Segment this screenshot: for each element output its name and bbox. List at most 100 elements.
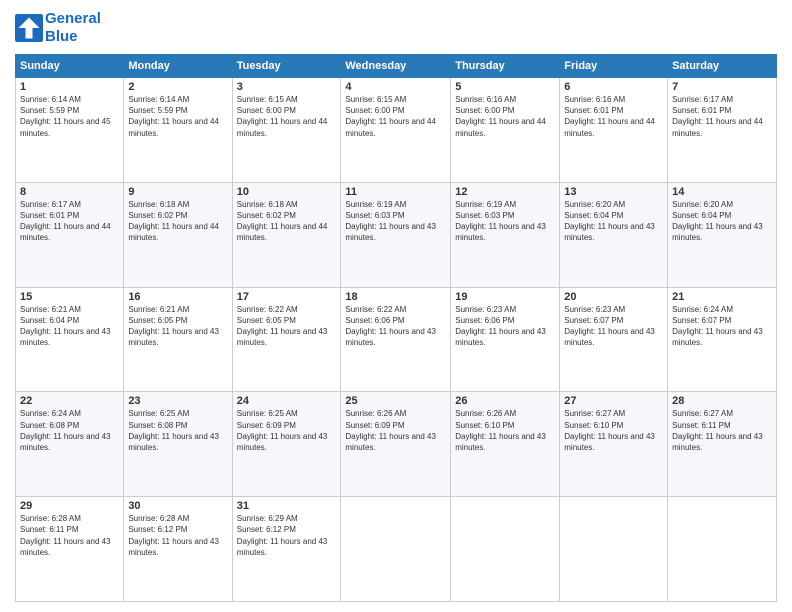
calendar-cell: 26 Sunrise: 6:26 AMSunset: 6:10 PMDaylig… <box>451 392 560 497</box>
calendar-cell: 18 Sunrise: 6:22 AMSunset: 6:06 PMDaylig… <box>341 287 451 392</box>
day-info: Sunrise: 6:21 AMSunset: 6:04 PMDaylight:… <box>20 304 119 349</box>
calendar-cell: 1 Sunrise: 6:14 AMSunset: 5:59 PMDayligh… <box>16 78 124 183</box>
day-info: Sunrise: 6:15 AMSunset: 6:00 PMDaylight:… <box>237 94 337 139</box>
logo-text: General Blue <box>45 10 101 46</box>
day-info: Sunrise: 6:26 AMSunset: 6:10 PMDaylight:… <box>455 408 555 453</box>
day-info: Sunrise: 6:25 AMSunset: 6:08 PMDaylight:… <box>128 408 227 453</box>
day-number: 9 <box>128 186 227 198</box>
day-number: 23 <box>128 395 227 407</box>
calendar-cell: 19 Sunrise: 6:23 AMSunset: 6:06 PMDaylig… <box>451 287 560 392</box>
day-number: 26 <box>455 395 555 407</box>
day-info: Sunrise: 6:16 AMSunset: 6:01 PMDaylight:… <box>564 94 663 139</box>
day-info: Sunrise: 6:23 AMSunset: 6:07 PMDaylight:… <box>564 304 663 349</box>
day-info: Sunrise: 6:14 AMSunset: 5:59 PMDaylight:… <box>20 94 119 139</box>
day-info: Sunrise: 6:18 AMSunset: 6:02 PMDaylight:… <box>237 199 337 244</box>
calendar-cell: 11 Sunrise: 6:19 AMSunset: 6:03 PMDaylig… <box>341 182 451 287</box>
calendar-cell <box>341 497 451 602</box>
day-number: 4 <box>345 81 446 93</box>
calendar-week-1: 1 Sunrise: 6:14 AMSunset: 5:59 PMDayligh… <box>16 78 777 183</box>
day-info: Sunrise: 6:21 AMSunset: 6:05 PMDaylight:… <box>128 304 227 349</box>
day-info: Sunrise: 6:20 AMSunset: 6:04 PMDaylight:… <box>564 199 663 244</box>
day-number: 5 <box>455 81 555 93</box>
day-header-thursday: Thursday <box>451 55 560 78</box>
day-info: Sunrise: 6:17 AMSunset: 6:01 PMDaylight:… <box>20 199 119 244</box>
day-info: Sunrise: 6:24 AMSunset: 6:08 PMDaylight:… <box>20 408 119 453</box>
day-number: 3 <box>237 81 337 93</box>
day-number: 8 <box>20 186 119 198</box>
calendar-week-4: 22 Sunrise: 6:24 AMSunset: 6:08 PMDaylig… <box>16 392 777 497</box>
day-info: Sunrise: 6:28 AMSunset: 6:11 PMDaylight:… <box>20 513 119 558</box>
day-info: Sunrise: 6:20 AMSunset: 6:04 PMDaylight:… <box>672 199 772 244</box>
calendar-week-5: 29 Sunrise: 6:28 AMSunset: 6:11 PMDaylig… <box>16 497 777 602</box>
day-header-sunday: Sunday <box>16 55 124 78</box>
day-number: 30 <box>128 500 227 512</box>
calendar-cell: 2 Sunrise: 6:14 AMSunset: 5:59 PMDayligh… <box>124 78 232 183</box>
day-number: 21 <box>672 291 772 303</box>
day-info: Sunrise: 6:28 AMSunset: 6:12 PMDaylight:… <box>128 513 227 558</box>
day-number: 6 <box>564 81 663 93</box>
calendar-cell: 31 Sunrise: 6:29 AMSunset: 6:12 PMDaylig… <box>232 497 341 602</box>
day-number: 18 <box>345 291 446 303</box>
calendar-body: 1 Sunrise: 6:14 AMSunset: 5:59 PMDayligh… <box>16 78 777 602</box>
day-number: 28 <box>672 395 772 407</box>
day-info: Sunrise: 6:18 AMSunset: 6:02 PMDaylight:… <box>128 199 227 244</box>
calendar-cell: 15 Sunrise: 6:21 AMSunset: 6:04 PMDaylig… <box>16 287 124 392</box>
day-number: 10 <box>237 186 337 198</box>
day-header-tuesday: Tuesday <box>232 55 341 78</box>
calendar-cell: 24 Sunrise: 6:25 AMSunset: 6:09 PMDaylig… <box>232 392 341 497</box>
day-number: 16 <box>128 291 227 303</box>
calendar-cell: 21 Sunrise: 6:24 AMSunset: 6:07 PMDaylig… <box>668 287 777 392</box>
calendar-cell: 22 Sunrise: 6:24 AMSunset: 6:08 PMDaylig… <box>16 392 124 497</box>
day-info: Sunrise: 6:27 AMSunset: 6:10 PMDaylight:… <box>564 408 663 453</box>
day-number: 17 <box>237 291 337 303</box>
calendar-cell: 16 Sunrise: 6:21 AMSunset: 6:05 PMDaylig… <box>124 287 232 392</box>
day-number: 15 <box>20 291 119 303</box>
calendar-cell: 7 Sunrise: 6:17 AMSunset: 6:01 PMDayligh… <box>668 78 777 183</box>
day-info: Sunrise: 6:15 AMSunset: 6:00 PMDaylight:… <box>345 94 446 139</box>
calendar-cell: 13 Sunrise: 6:20 AMSunset: 6:04 PMDaylig… <box>560 182 668 287</box>
calendar-cell: 27 Sunrise: 6:27 AMSunset: 6:10 PMDaylig… <box>560 392 668 497</box>
calendar-cell: 8 Sunrise: 6:17 AMSunset: 6:01 PMDayligh… <box>16 182 124 287</box>
day-number: 22 <box>20 395 119 407</box>
calendar-cell: 17 Sunrise: 6:22 AMSunset: 6:05 PMDaylig… <box>232 287 341 392</box>
calendar-cell <box>560 497 668 602</box>
day-number: 20 <box>564 291 663 303</box>
day-header-wednesday: Wednesday <box>341 55 451 78</box>
calendar-table: SundayMondayTuesdayWednesdayThursdayFrid… <box>15 54 777 602</box>
calendar-cell: 9 Sunrise: 6:18 AMSunset: 6:02 PMDayligh… <box>124 182 232 287</box>
day-number: 7 <box>672 81 772 93</box>
day-number: 25 <box>345 395 446 407</box>
calendar-cell: 25 Sunrise: 6:26 AMSunset: 6:09 PMDaylig… <box>341 392 451 497</box>
day-number: 29 <box>20 500 119 512</box>
day-number: 19 <box>455 291 555 303</box>
calendar-week-3: 15 Sunrise: 6:21 AMSunset: 6:04 PMDaylig… <box>16 287 777 392</box>
day-info: Sunrise: 6:24 AMSunset: 6:07 PMDaylight:… <box>672 304 772 349</box>
day-number: 14 <box>672 186 772 198</box>
day-header-monday: Monday <box>124 55 232 78</box>
day-info: Sunrise: 6:23 AMSunset: 6:06 PMDaylight:… <box>455 304 555 349</box>
day-number: 13 <box>564 186 663 198</box>
day-info: Sunrise: 6:17 AMSunset: 6:01 PMDaylight:… <box>672 94 772 139</box>
day-header-friday: Friday <box>560 55 668 78</box>
calendar-cell: 28 Sunrise: 6:27 AMSunset: 6:11 PMDaylig… <box>668 392 777 497</box>
calendar-cell: 4 Sunrise: 6:15 AMSunset: 6:00 PMDayligh… <box>341 78 451 183</box>
day-number: 31 <box>237 500 337 512</box>
day-header-saturday: Saturday <box>668 55 777 78</box>
day-number: 2 <box>128 81 227 93</box>
calendar-cell: 10 Sunrise: 6:18 AMSunset: 6:02 PMDaylig… <box>232 182 341 287</box>
logo-icon <box>15 14 43 42</box>
logo-area: General Blue <box>15 10 101 46</box>
day-info: Sunrise: 6:29 AMSunset: 6:12 PMDaylight:… <box>237 513 337 558</box>
day-number: 27 <box>564 395 663 407</box>
calendar-cell <box>668 497 777 602</box>
day-number: 11 <box>345 186 446 198</box>
calendar-week-2: 8 Sunrise: 6:17 AMSunset: 6:01 PMDayligh… <box>16 182 777 287</box>
calendar-cell: 20 Sunrise: 6:23 AMSunset: 6:07 PMDaylig… <box>560 287 668 392</box>
day-info: Sunrise: 6:27 AMSunset: 6:11 PMDaylight:… <box>672 408 772 453</box>
header: General Blue <box>15 10 777 46</box>
calendar-cell: 23 Sunrise: 6:25 AMSunset: 6:08 PMDaylig… <box>124 392 232 497</box>
day-info: Sunrise: 6:16 AMSunset: 6:00 PMDaylight:… <box>455 94 555 139</box>
calendar-cell: 3 Sunrise: 6:15 AMSunset: 6:00 PMDayligh… <box>232 78 341 183</box>
day-info: Sunrise: 6:19 AMSunset: 6:03 PMDaylight:… <box>345 199 446 244</box>
day-info: Sunrise: 6:22 AMSunset: 6:05 PMDaylight:… <box>237 304 337 349</box>
